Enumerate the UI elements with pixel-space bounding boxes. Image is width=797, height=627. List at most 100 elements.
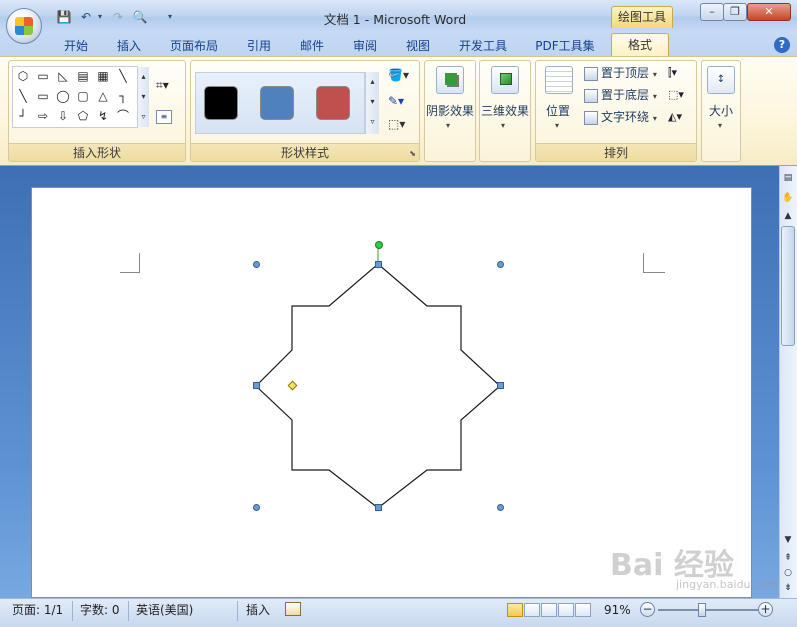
- shadow-dropdown-icon[interactable]: ▾: [446, 121, 450, 130]
- shape-triangle-icon[interactable]: ◺: [54, 67, 72, 85]
- position-label[interactable]: 位置: [538, 102, 578, 119]
- shape-line-icon[interactable]: ╲: [114, 67, 132, 85]
- tab-mailings[interactable]: 邮件: [292, 36, 332, 56]
- tab-review[interactable]: 审阅: [345, 36, 385, 56]
- previous-page-icon[interactable]: ⇞: [779, 550, 797, 566]
- tab-format[interactable]: 格式: [611, 33, 669, 57]
- shape-oval-icon[interactable]: ◯: [54, 87, 72, 105]
- scroll-down-icon[interactable]: ▼: [779, 532, 797, 548]
- tab-references[interactable]: 引用: [239, 36, 279, 56]
- shape-elbow-connector-icon[interactable]: ┐: [114, 87, 132, 105]
- add-text-icon[interactable]: ≡: [156, 110, 172, 124]
- style-swatch-black[interactable]: [204, 86, 238, 120]
- restore-button[interactable]: ❐: [723, 3, 747, 21]
- tab-view[interactable]: 视图: [398, 36, 438, 56]
- close-button[interactable]: ✕: [747, 3, 791, 21]
- status-page-count[interactable]: 页面: 1/1: [12, 602, 63, 618]
- group-objects-icon[interactable]: ⬚▾: [668, 88, 692, 104]
- threed-dropdown-icon[interactable]: ▾: [501, 121, 505, 130]
- outline-view-icon[interactable]: [558, 603, 574, 617]
- resize-handle-bottom-right[interactable]: [497, 504, 504, 511]
- shape-lightning-icon[interactable]: ↯: [94, 107, 112, 125]
- status-insert-mode[interactable]: 插入: [246, 602, 270, 618]
- tab-developer[interactable]: 开发工具: [451, 36, 515, 56]
- shape-arc-icon[interactable]: ⌒: [114, 107, 132, 125]
- threed-effect-label[interactable]: 三维效果: [479, 102, 531, 119]
- tab-insert[interactable]: 插入: [109, 36, 149, 56]
- save-icon[interactable]: 💾: [56, 9, 72, 25]
- shape-fill-icon[interactable]: 🪣▾: [388, 68, 416, 84]
- next-page-icon[interactable]: ⇟: [779, 580, 797, 596]
- shadow-effect-label[interactable]: 阴影效果: [424, 102, 476, 119]
- threed-effect-icon[interactable]: [491, 66, 519, 94]
- shape-rectangle-icon[interactable]: ▭: [34, 67, 52, 85]
- shape-rounded-rect-icon[interactable]: ▢: [74, 87, 92, 105]
- print-layout-view-icon[interactable]: [507, 603, 523, 617]
- eight-point-star-shape[interactable]: [240, 238, 520, 523]
- undo-dropdown-icon[interactable]: ▾: [92, 9, 108, 25]
- dialog-launcher-icon[interactable]: ⬊: [409, 149, 416, 158]
- draft-view-icon[interactable]: [575, 603, 591, 617]
- shape-elbow-arrow-icon[interactable]: ┘: [14, 107, 32, 125]
- status-word-count[interactable]: 字数: 0: [80, 602, 120, 618]
- pan-hand-icon[interactable]: ✋: [779, 190, 797, 206]
- resize-handle-bottom-left[interactable]: [253, 504, 260, 511]
- style-swatch-blue[interactable]: [260, 86, 294, 120]
- shape-textbox-icon[interactable]: ▤: [74, 67, 92, 85]
- position-dropdown-icon[interactable]: ▾: [555, 121, 559, 130]
- tab-home[interactable]: 开始: [56, 36, 96, 56]
- office-button[interactable]: [6, 8, 42, 44]
- print-preview-icon[interactable]: 🔍: [132, 9, 148, 25]
- macro-record-icon[interactable]: [285, 602, 301, 616]
- shapes-gallery-scroll[interactable]: ▴ ▾ ▿: [137, 67, 149, 127]
- resize-handle-left[interactable]: [253, 382, 260, 389]
- shape-rect2-icon[interactable]: ▭: [34, 87, 52, 105]
- zoom-slider-track[interactable]: [658, 609, 758, 611]
- zoom-level[interactable]: 91%: [604, 602, 631, 618]
- shape-vertical-textbox-icon[interactable]: ▦: [94, 67, 112, 85]
- tab-page-layout[interactable]: 页面布局: [164, 36, 224, 56]
- shadow-effect-icon[interactable]: [436, 66, 464, 94]
- tab-pdf-tools[interactable]: PDF工具集: [530, 36, 600, 56]
- edit-shape-icon[interactable]: ⌗▾: [156, 78, 176, 94]
- customize-quick-access-icon[interactable]: ▾: [162, 9, 178, 25]
- scrollbar-thumb[interactable]: [781, 226, 795, 346]
- resize-handle-top-right[interactable]: [497, 261, 504, 268]
- bring-to-front-button[interactable]: 置于顶层 ▾: [584, 63, 657, 83]
- web-layout-view-icon[interactable]: [541, 603, 557, 617]
- resize-handle-right[interactable]: [497, 382, 504, 389]
- status-language[interactable]: 英语(美国): [136, 602, 193, 618]
- size-icon[interactable]: ↕: [707, 66, 735, 94]
- rotation-handle[interactable]: [375, 241, 383, 249]
- shape-outline-icon[interactable]: ✎▾: [388, 94, 416, 110]
- zoom-slider-knob[interactable]: [698, 603, 706, 617]
- zoom-in-button[interactable]: +: [758, 602, 773, 617]
- redo-icon[interactable]: ↷: [110, 9, 126, 25]
- position-icon[interactable]: [545, 66, 573, 94]
- align-icon[interactable]: ⫿▾: [668, 66, 692, 82]
- style-swatch-red[interactable]: [316, 86, 350, 120]
- full-screen-reading-view-icon[interactable]: [524, 603, 540, 617]
- send-to-back-button[interactable]: 置于底层 ▾: [584, 85, 657, 105]
- minimize-button[interactable]: –: [700, 3, 724, 21]
- help-icon[interactable]: ?: [774, 37, 790, 53]
- zoom-out-button[interactable]: −: [640, 602, 655, 617]
- resize-handle-bottom[interactable]: [375, 504, 382, 511]
- shape-right-arrow-icon[interactable]: ⇨: [34, 107, 52, 125]
- size-label[interactable]: 大小: [701, 102, 741, 119]
- browse-object-icon[interactable]: ○: [779, 565, 797, 581]
- rotate-icon[interactable]: ◭▾: [668, 110, 692, 126]
- style-gallery-scroll[interactable]: ▴ ▾ ▿: [365, 72, 379, 134]
- shape-pentagon-icon[interactable]: ⬠: [74, 107, 92, 125]
- shape-arrow-line-icon[interactable]: ╲: [14, 87, 32, 105]
- shape-isosceles-triangle-icon[interactable]: △: [94, 87, 112, 105]
- text-wrap-button[interactable]: 文字环绕 ▾: [584, 107, 657, 127]
- shape-octagon-icon[interactable]: ⬡: [14, 67, 32, 85]
- resize-handle-top[interactable]: [375, 261, 382, 268]
- size-dropdown-icon[interactable]: ▾: [718, 121, 722, 130]
- shape-down-arrow-icon[interactable]: ⇩: [54, 107, 72, 125]
- scroll-up-icon[interactable]: ▲: [779, 208, 797, 224]
- change-shape-icon[interactable]: ⬚▾: [388, 117, 416, 133]
- resize-handle-top-left[interactable]: [253, 261, 260, 268]
- ruler-toggle-icon[interactable]: ▤: [779, 170, 797, 186]
